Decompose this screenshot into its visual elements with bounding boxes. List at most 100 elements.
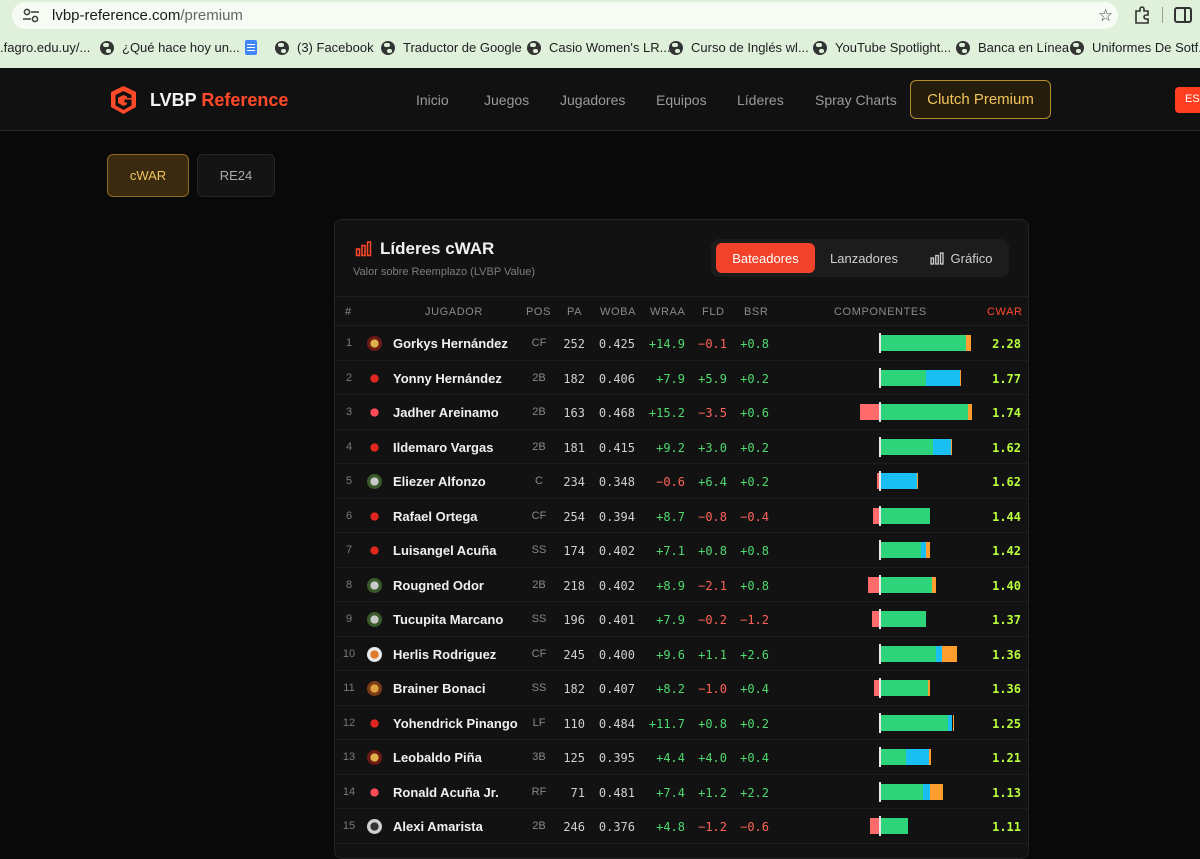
col-cwar[interactable]: CWAR bbox=[987, 306, 1023, 318]
player-name: Rafael Ortega bbox=[393, 508, 478, 524]
url-text[interactable]: lvbp-reference.com/premium bbox=[52, 7, 243, 24]
bar-axis bbox=[879, 816, 881, 836]
player-bsr: +0.2 bbox=[740, 440, 769, 455]
player-bsr: +0.8 bbox=[740, 337, 769, 351]
table-row[interactable]: 6 Rafael Ortega CF 254 0.394 +8.7 −0.8 −0.4 1.44 bbox=[335, 499, 1028, 533]
bookmark-item[interactable]: Curso de Inglés wl... bbox=[669, 40, 809, 55]
table-row[interactable]: 15 Alexi Amarista 2B 246 0.376 +4.8 −1.2 −0.6 1.… bbox=[335, 809, 1028, 844]
bookmark-star-icon[interactable]: ☆ bbox=[1098, 6, 1113, 26]
bar-segment-wraa bbox=[880, 714, 948, 731]
mode-tab-cwar[interactable]: cWAR bbox=[107, 154, 189, 197]
bar-axis bbox=[879, 747, 881, 767]
col-fld[interactable]: FLD bbox=[702, 306, 725, 318]
tab-lanzadores[interactable]: Lanzadores bbox=[819, 243, 909, 273]
nav-inicio[interactable]: Inicio bbox=[416, 92, 449, 108]
side-panel-icon[interactable] bbox=[1174, 7, 1192, 23]
player-fld: +6.4 bbox=[698, 475, 727, 489]
player-woba: 0.348 bbox=[598, 475, 635, 489]
clutch-premium-button[interactable]: Clutch Premium bbox=[910, 80, 1051, 119]
bar-segment-wraa bbox=[880, 645, 936, 662]
bar-axis bbox=[879, 643, 881, 664]
col-wraa[interactable]: WRAA bbox=[650, 306, 685, 318]
bookmark-item[interactable]: .fagro.edu.uy/... bbox=[0, 40, 90, 55]
bookmark-item[interactable]: YouTube Spotlight... bbox=[813, 40, 951, 55]
bar-segment-bsr bbox=[960, 369, 962, 386]
player-wraa: +11.7 bbox=[648, 716, 685, 731]
player-bsr: +0.8 bbox=[740, 578, 769, 593]
bar-chart-icon bbox=[355, 241, 372, 257]
site-logo-text[interactable]: LVBP Reference bbox=[150, 90, 288, 111]
bookmark-item[interactable]: Casio Women's LR... bbox=[527, 40, 670, 55]
bar-axis bbox=[879, 402, 881, 422]
lvbp-logo-icon[interactable] bbox=[109, 85, 138, 115]
col-pos[interactable]: POS bbox=[526, 306, 551, 318]
site-settings-icon[interactable] bbox=[22, 7, 40, 24]
table-row[interactable]: 10 Herlis Rodriguez CF 245 0.400 +9.6 +1.1 +2.6… bbox=[335, 637, 1028, 671]
bar-segment-fld bbox=[933, 438, 951, 455]
table-row[interactable]: 3 Jadher Areinamo 2B 163 0.468 +15.2 −3.5 +0.6 1… bbox=[335, 395, 1028, 430]
nav-equipos[interactable]: Equipos bbox=[656, 92, 707, 108]
player-fld: +0.8 bbox=[698, 716, 727, 731]
nav-jugadores[interactable]: Jugadores bbox=[560, 92, 625, 108]
player-woba: 0.401 bbox=[598, 613, 635, 627]
table-row[interactable]: 14 Ronald Acuña Jr. RF 71 0.481 +7.4 +1.2 +2.2 1… bbox=[335, 775, 1028, 809]
nav-lideres[interactable]: Líderes bbox=[737, 92, 784, 108]
bar-segment-wraa bbox=[880, 542, 922, 558]
table-row[interactable]: 13 Leobaldo Piña 3B 125 0.395 +4.4 +4.0 +0.4 1.2… bbox=[335, 740, 1028, 775]
table-row[interactable]: 9 Tucupita Marcano SS 196 0.401 +7.9 −0.2 −1.2 1… bbox=[335, 602, 1028, 637]
row-rank: 3 bbox=[345, 406, 353, 418]
extensions-icon[interactable] bbox=[1133, 6, 1151, 24]
table-row[interactable]: 1 Gorkys Hernández CF 252 0.425 +14.9 −0.1 +0.8… bbox=[335, 326, 1028, 361]
tab-grafico[interactable]: Gráfico bbox=[915, 243, 1007, 273]
player-wraa: +7.9 bbox=[656, 371, 685, 386]
team-logo-icon bbox=[367, 784, 382, 800]
table-row[interactable]: 8 Rougned Odor 2B 218 0.402 +8.9 −2.1 +0.8 1.40 bbox=[335, 568, 1028, 602]
col-jugador[interactable]: JUGADOR bbox=[425, 306, 483, 318]
tab-bateadores[interactable]: Bateadores bbox=[716, 243, 815, 273]
bookmark-item[interactable]: Banca en Línea bbox=[956, 40, 1069, 55]
bookmark-item[interactable]: Uniformes De Sotf... bbox=[1070, 40, 1200, 55]
player-bsr: +2.2 bbox=[740, 785, 769, 800]
bar-segment-bsr bbox=[928, 749, 932, 765]
player-cwar: 1.37 bbox=[992, 613, 1021, 627]
cwar-leaders-card: Líderes cWAR Valor sobre Reemplazo (LVBP… bbox=[334, 219, 1029, 859]
row-rank: 5 bbox=[345, 475, 353, 487]
table-row[interactable]: 4 Ildemaro Vargas 2B 181 0.415 +9.2 +3.0 +0.2 1.… bbox=[335, 430, 1028, 464]
table-row[interactable]: 12 Yohendrick Pinango LF 110 0.484 +11.7 +0.8 +… bbox=[335, 706, 1028, 740]
globe-icon bbox=[100, 40, 114, 55]
player-name: Brainer Bonaci bbox=[393, 681, 486, 696]
bookmark-item[interactable] bbox=[245, 40, 265, 55]
row-rank: 1 bbox=[345, 337, 353, 349]
player-cwar: 1.36 bbox=[992, 682, 1021, 696]
player-woba: 0.402 bbox=[598, 544, 635, 558]
bookmark-label: (3) Facebook bbox=[297, 40, 374, 55]
player-fld: +3.0 bbox=[698, 440, 727, 455]
table-row[interactable]: 2 Yonny Hernández 2B 182 0.406 +7.9 +5.9 +0.2 1.… bbox=[335, 361, 1028, 395]
address-bar[interactable]: lvbp-reference.com/premium ☆ bbox=[12, 2, 1118, 29]
team-logo-icon bbox=[367, 612, 382, 627]
bar-axis bbox=[879, 781, 881, 802]
bar-axis bbox=[879, 574, 881, 595]
col-woba[interactable]: WOBA bbox=[600, 306, 636, 318]
nav-juegos[interactable]: Juegos bbox=[484, 92, 529, 108]
globe-icon bbox=[1070, 40, 1084, 55]
bookmark-item[interactable]: ¿Qué hace hoy un... bbox=[100, 40, 240, 55]
mode-tab-re24[interactable]: RE24 bbox=[197, 154, 275, 197]
bookmark-item[interactable]: Traductor de Google bbox=[381, 40, 522, 55]
bookmark-item[interactable]: (3) Facebook bbox=[275, 40, 374, 55]
table-row[interactable]: 11 Brainer Bonaci SS 182 0.407 +8.2 −1.0 +0.4 1.… bbox=[335, 671, 1028, 706]
player-name: Yonny Hernández bbox=[393, 370, 502, 386]
bar-axis bbox=[879, 609, 881, 629]
team-logo-icon bbox=[367, 543, 382, 558]
table-row[interactable]: 5 Eliezer Alfonzo C 234 0.348 −0.6 +6.4 +0.2 1.6… bbox=[335, 464, 1028, 499]
col-bsr[interactable]: BSR bbox=[744, 306, 768, 318]
bar-segment-wraa bbox=[880, 369, 926, 386]
table-row[interactable]: 7 Luisangel Acuña SS 174 0.402 +7.1 +0.8 +0.8 1.… bbox=[335, 533, 1028, 568]
player-wraa: +9.6 bbox=[656, 647, 685, 662]
language-button[interactable]: ES bbox=[1175, 87, 1200, 113]
col-pa[interactable]: PA bbox=[567, 306, 582, 318]
google-docs-icon bbox=[245, 40, 257, 55]
bar-segment-wraa bbox=[880, 404, 969, 420]
nav-spray-charts[interactable]: Spray Charts bbox=[815, 92, 897, 108]
player-woba: 0.425 bbox=[598, 337, 635, 351]
